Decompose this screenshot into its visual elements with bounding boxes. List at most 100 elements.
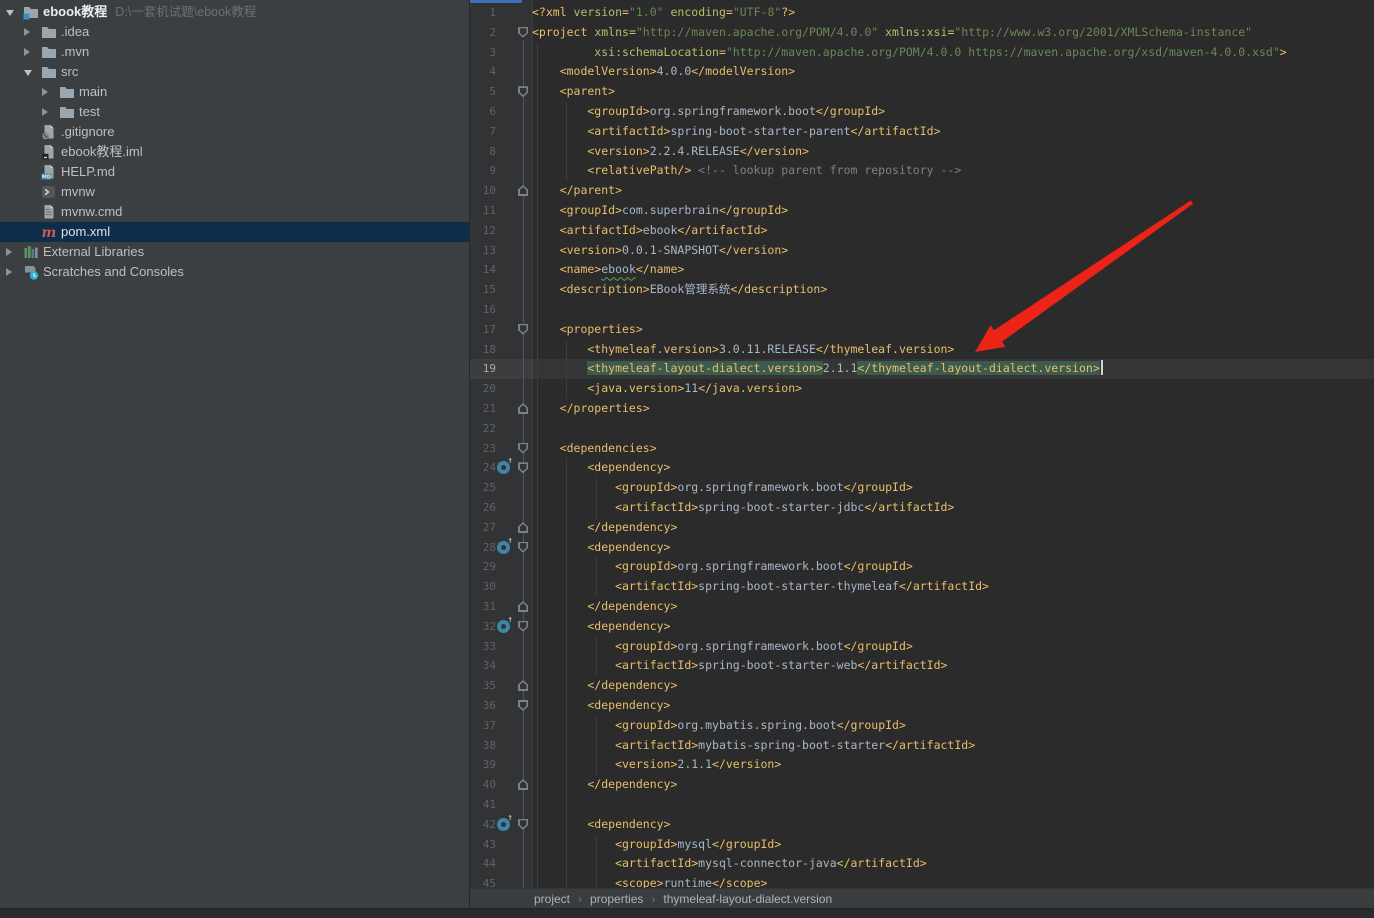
code-line[interactable]: <artifactId>spring-boot-starter-web</art… — [532, 656, 947, 676]
code-line[interactable]: <groupId>org.springframework.boot</group… — [532, 478, 913, 498]
code-line[interactable]: <dependency> — [532, 815, 670, 835]
tree-item-test[interactable]: test — [0, 102, 469, 122]
code-line[interactable]: <name>ebook</name> — [532, 260, 685, 280]
code-line[interactable]: <dependency> — [532, 696, 670, 716]
chevron-right-icon[interactable] — [42, 108, 48, 116]
maven-dependency-icon[interactable]: ↑ — [497, 813, 513, 831]
fold-start-marker-icon[interactable] — [518, 541, 528, 553]
gitignore-file-icon — [41, 124, 57, 140]
tree-item-label: ebook教程.iml — [61, 144, 143, 159]
code-line[interactable]: <version>2.2.4.RELEASE</version> — [532, 142, 809, 162]
editor-viewport: 1 2 3 4 5 6 7 8 9 10 11 12 13 14 15 16 17 18 19 20 21 22 23 24 ↑… — [470, 0, 1374, 888]
tree-item-External-Libraries[interactable]: External Libraries — [0, 242, 469, 262]
code-line[interactable]: <groupId>org.springframework.boot</group… — [532, 637, 913, 657]
chevron-right-icon[interactable] — [24, 48, 30, 56]
code-line[interactable]: <groupId>org.springframework.boot</group… — [532, 102, 885, 122]
folder-icon — [41, 24, 57, 40]
code-line[interactable]: <description>EBook管理系统</description> — [532, 280, 828, 300]
code-line[interactable]: <properties> — [532, 320, 643, 340]
code-line[interactable]: <artifactId>spring-boot-starter-parent</… — [532, 122, 940, 142]
code-line[interactable]: <dependency> — [532, 538, 670, 558]
code-line[interactable]: xsi:schemaLocation="http://maven.apache.… — [532, 43, 1286, 63]
code-line[interactable]: <parent> — [532, 82, 615, 102]
line-number: 21 — [482, 402, 496, 415]
code-line[interactable]: </dependency> — [532, 518, 677, 538]
tree-item-.mvn[interactable]: .mvn — [0, 42, 469, 62]
code-line[interactable]: <groupId>mysql</groupId> — [532, 835, 781, 855]
code-line[interactable]: <artifactId>spring-boot-starter-thymelea… — [532, 577, 989, 597]
code-line[interactable]: <groupId>org.springframework.boot</group… — [532, 557, 913, 577]
code-line[interactable]: <artifactId>mybatis-spring-boot-starter<… — [532, 736, 975, 756]
fold-start-marker-icon[interactable] — [518, 818, 528, 830]
code-line[interactable]: </parent> — [532, 181, 622, 201]
code-line[interactable]: <scope>runtime</scope> — [532, 874, 767, 888]
tree-item-HELP.md[interactable]: MD HELP.md — [0, 162, 469, 182]
code-line[interactable]: <groupId>com.superbrain</groupId> — [532, 201, 789, 221]
fold-start-marker-icon[interactable] — [518, 323, 528, 335]
fold-end-marker-icon[interactable] — [518, 403, 528, 414]
fold-start-marker-icon[interactable] — [518, 700, 528, 711]
maven-dependency-icon[interactable]: ↑ — [497, 536, 513, 554]
fold-start-marker-icon[interactable] — [518, 620, 528, 632]
code-line[interactable]: <?xml version="1.0" encoding="UTF-8"?> — [532, 3, 795, 23]
chevron-right-icon[interactable] — [24, 28, 30, 36]
tree-item-label: pom.xml — [61, 224, 111, 239]
tree-item-mvnw.cmd[interactable]: mvnw.cmd — [0, 202, 469, 222]
tree-item-.gitignore[interactable]: .gitignore — [0, 122, 469, 142]
code-line[interactable]: <modelVersion>4.0.0</modelVersion> — [532, 62, 795, 82]
tree-item-Scratches-and-Consoles[interactable]: Scratches and Consoles — [0, 262, 469, 282]
fold-start-marker-icon[interactable] — [518, 442, 528, 454]
fold-end-marker-icon[interactable] — [518, 522, 528, 533]
code-line[interactable]: <project xmlns="http://maven.apache.org/… — [532, 23, 1252, 43]
breadcrumb-item-project[interactable]: project — [534, 892, 570, 906]
code-line[interactable]: </properties> — [532, 399, 650, 419]
tree-item-label: test — [79, 104, 100, 119]
line-number: 19 — [482, 362, 496, 376]
line-number: 9 — [489, 164, 496, 178]
code-line[interactable]: <version>0.0.1-SNAPSHOT</version> — [532, 241, 789, 261]
code-line[interactable]: <dependency> — [532, 458, 670, 478]
line-number: 31 — [482, 600, 496, 613]
code-line[interactable]: <version>2.1.1</version> — [532, 755, 781, 775]
fold-start-marker-icon[interactable] — [518, 26, 528, 38]
code-line[interactable]: </dependency> — [532, 676, 677, 696]
code-line[interactable]: <artifactId>mysql-connector-java</artifa… — [532, 854, 927, 874]
fold-end-marker-icon[interactable] — [518, 185, 528, 196]
tree-item-mvnw[interactable]: mvnw — [0, 182, 469, 202]
chevron-down-icon[interactable] — [24, 70, 32, 76]
chevron-right-icon[interactable] — [42, 88, 48, 96]
line-number: 13 — [482, 243, 496, 257]
code-area[interactable]: <?xml version="1.0" encoding="UTF-8"?> <p… — [532, 0, 1374, 888]
code-line[interactable]: <artifactId>ebook</artifactId> — [532, 221, 768, 241]
tree-item-main[interactable]: main — [0, 82, 469, 102]
fold-end-marker-icon[interactable] — [518, 601, 528, 612]
code-line[interactable]: <groupId>org.mybatis.spring.boot</groupI… — [532, 716, 906, 736]
chevron-right-icon[interactable] — [6, 248, 12, 256]
code-line[interactable]: </dependency> — [532, 597, 677, 617]
fold-start-marker-icon[interactable] — [518, 462, 528, 474]
tree-item-.idea[interactable]: .idea — [0, 22, 469, 42]
maven-dependency-icon[interactable]: ↑ — [497, 615, 513, 633]
tree-item-ebook-.iml[interactable]: ebook教程.iml — [0, 142, 469, 162]
chevron-right-icon[interactable] — [6, 268, 12, 276]
code-line[interactable]: <thymeleaf.version>3.0.11.RELEASE</thyme… — [532, 340, 954, 360]
fold-end-marker-icon[interactable] — [518, 680, 528, 691]
code-line[interactable]: <dependencies> — [532, 439, 657, 459]
line-number: 12 — [482, 223, 496, 237]
breadcrumb-item-properties[interactable]: properties — [590, 892, 643, 906]
code-line[interactable]: <artifactId>spring-boot-starter-jdbc</ar… — [532, 498, 954, 518]
code-line[interactable]: <thymeleaf-layout-dialect.version>2.1.1<… — [532, 359, 1103, 379]
breadcrumb-item-property[interactable]: thymeleaf-layout-dialect.version — [663, 892, 832, 906]
fold-start-marker-icon[interactable] — [518, 86, 528, 98]
code-line[interactable]: <java.version>11</java.version> — [532, 379, 802, 399]
tab-accent-strip — [470, 0, 522, 3]
tree-item-pom.xml[interactable]: m pom.xml — [0, 222, 469, 242]
code-line[interactable]: <relativePath/> <!-- lookup parent from … — [532, 161, 961, 181]
code-line[interactable]: <dependency> — [532, 617, 670, 637]
tree-item-src[interactable]: src — [0, 62, 469, 82]
line-number: 44 — [482, 857, 496, 871]
fold-end-marker-icon[interactable] — [518, 779, 528, 790]
chevron-down-icon[interactable] — [6, 10, 14, 16]
tree-item-ebook-[interactable]: ebook教程 D:\一套机试题\ebook教程 — [0, 2, 469, 22]
code-line[interactable]: </dependency> — [532, 775, 677, 795]
